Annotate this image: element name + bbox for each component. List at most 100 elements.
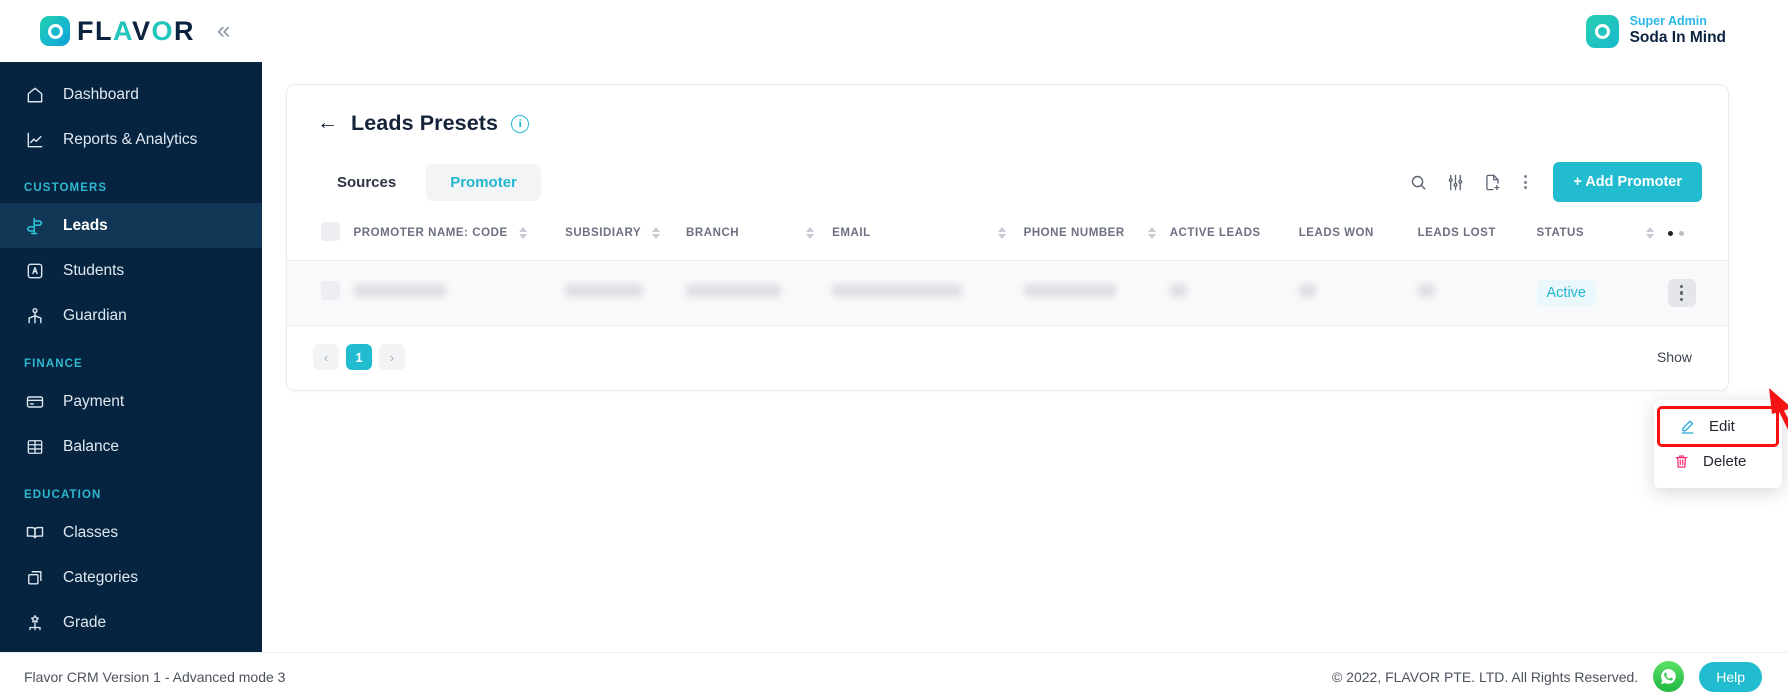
th-active-leads[interactable]: ACTIVE LEADS <box>1169 202 1299 261</box>
tab-sources[interactable]: Sources <box>313 164 420 201</box>
column-settings-icon[interactable] <box>1667 230 1729 236</box>
context-menu-item-delete[interactable]: Delete <box>1654 444 1782 479</box>
cell-leads-won <box>1298 260 1418 326</box>
th-promoter-name-code[interactable]: PROMOTER NAME: CODE <box>353 202 566 261</box>
sidebar-item-label: Balance <box>63 437 120 455</box>
rows-per-page-label: Show <box>1656 349 1692 365</box>
table-row[interactable]: Active <box>287 260 1728 326</box>
logo[interactable]: FLAVOR <box>40 16 195 47</box>
th-label: LEADS LOST <box>1417 227 1496 239</box>
th-label: EMAIL <box>832 227 871 239</box>
th-email[interactable]: EMAIL <box>832 202 1024 261</box>
whatsapp-icon[interactable] <box>1653 661 1685 692</box>
user-name: Soda In Mind <box>1629 29 1726 47</box>
brand: FLAVOR « <box>40 16 230 47</box>
cell-promoter-name-code <box>353 260 566 326</box>
sidebar-item-balance[interactable]: Balance <box>0 424 262 469</box>
redacted-value <box>1023 284 1116 297</box>
app-root: FLAVOR « Super Admin Soda In Mind Dashbo… <box>0 0 1788 700</box>
top-bar: FLAVOR « Super Admin Soda In Mind <box>0 0 1788 62</box>
pagination-prev[interactable]: ‹ <box>313 344 339 370</box>
sidebar-group-education: EDUCATION <box>24 489 102 501</box>
sidebar-item-leads[interactable]: Leads <box>0 203 262 248</box>
context-menu-item-edit[interactable]: Edit <box>1657 406 1779 447</box>
redacted-value <box>353 284 446 297</box>
cell-select <box>287 260 354 326</box>
cell-email <box>832 260 1024 326</box>
sidebar-item-label: Guardian <box>63 306 127 324</box>
home-icon <box>24 84 46 106</box>
copyright-label: © 2022, FLAVOR PTE. LTD. All Rights Rese… <box>1331 668 1639 685</box>
cell-phone-number <box>1023 260 1170 326</box>
user-profile[interactable]: Super Admin Soda In Mind <box>1585 14 1760 48</box>
boxes-icon <box>24 567 46 589</box>
pagination: ‹ 1 › <box>313 344 405 370</box>
context-menu-item-label: Delete <box>1703 453 1747 470</box>
redacted-value <box>832 284 963 297</box>
student-badge-icon <box>24 260 46 282</box>
export-document-icon[interactable] <box>1483 173 1502 192</box>
th-row-actions[interactable] <box>1667 202 1729 261</box>
cell-leads-lost <box>1417 260 1537 326</box>
search-icon[interactable] <box>1409 173 1428 192</box>
th-subsidiary[interactable]: SUBSIDIARY <box>565 202 687 261</box>
th-phone-number[interactable]: PHONE NUMBER <box>1023 202 1170 261</box>
th-leads-lost[interactable]: LEADS LOST <box>1417 202 1537 261</box>
sidebar-item-grade[interactable]: Grade <box>0 600 262 645</box>
page-title: Leads Presets <box>351 111 499 135</box>
user-role: Super Admin <box>1629 13 1707 28</box>
sidebar-item-guardian[interactable]: Guardian <box>0 293 262 338</box>
row-checkbox[interactable] <box>321 281 340 300</box>
main-content: ← Leads Presets i Sources Promoter + Add… <box>262 62 1788 652</box>
user-meta: Super Admin Soda In Mind <box>1630 14 1726 48</box>
sort-icon[interactable] <box>518 227 527 239</box>
sidebar-item-label: Categories <box>63 568 138 586</box>
table-footer: ‹ 1 › Show <box>287 326 1728 390</box>
cell-row-actions <box>1667 260 1728 326</box>
add-promoter-button[interactable]: + Add Promoter <box>1553 162 1702 202</box>
sidebar-item-classes[interactable]: Classes <box>0 510 262 555</box>
help-button[interactable]: Help <box>1699 661 1762 692</box>
sidebar: Dashboard Reports & Analytics CUSTOMERS … <box>0 62 262 652</box>
sidebar-item-reports-analytics[interactable]: Reports & Analytics <box>0 117 262 162</box>
table-body: Active <box>287 260 1728 326</box>
collapse-sidebar-icon[interactable]: « <box>211 19 230 43</box>
th-label: PROMOTER NAME: CODE <box>353 227 508 239</box>
tab-list: Sources Promoter <box>313 163 541 201</box>
th-branch[interactable]: BRANCH <box>686 202 833 261</box>
avatar <box>1585 14 1619 48</box>
promoters-table: PROMOTER NAME: CODE SUBSIDIARY BRANCH EM… <box>287 202 1728 326</box>
logo-wordmark: FLAVOR <box>77 15 196 46</box>
sort-icon[interactable] <box>1147 227 1156 239</box>
more-vertical-icon[interactable] <box>1520 175 1531 189</box>
leads-presets-card: ← Leads Presets i Sources Promoter + Add… <box>286 84 1729 391</box>
row-actions-menu-icon[interactable] <box>1667 279 1696 307</box>
cell-active-leads <box>1169 260 1299 326</box>
sort-icon[interactable] <box>652 227 661 239</box>
sidebar-item-label: Grade <box>63 613 107 631</box>
th-status[interactable]: STATUS <box>1536 202 1668 261</box>
sidebar-item-label: Students <box>63 261 125 279</box>
cell-subsidiary <box>565 260 687 326</box>
info-circle-icon[interactable]: i <box>511 114 530 133</box>
sidebar-group-finance: FINANCE <box>24 358 83 370</box>
sidebar-item-label: Classes <box>63 523 119 541</box>
status-badge: Active <box>1536 280 1596 306</box>
sort-icon[interactable] <box>1645 227 1654 239</box>
sidebar-item-students[interactable]: Students <box>0 248 262 293</box>
filter-sliders-icon[interactable] <box>1446 173 1465 192</box>
tab-promoter[interactable]: Promoter <box>426 163 541 201</box>
open-book-icon <box>24 522 46 544</box>
sort-icon[interactable] <box>997 227 1006 239</box>
cell-branch <box>686 260 833 326</box>
pagination-next[interactable]: › <box>379 344 405 370</box>
select-all-checkbox[interactable] <box>321 222 340 241</box>
th-leads-won[interactable]: LEADS WON <box>1298 202 1418 261</box>
sort-icon[interactable] <box>806 227 815 239</box>
sidebar-group-customers: CUSTOMERS <box>24 182 108 194</box>
sidebar-item-dashboard[interactable]: Dashboard <box>0 72 262 117</box>
sidebar-item-categories[interactable]: Categories <box>0 555 262 600</box>
sidebar-item-payment[interactable]: Payment <box>0 379 262 424</box>
arrow-left-icon[interactable]: ← <box>317 112 338 133</box>
pagination-page-1[interactable]: 1 <box>346 344 372 370</box>
